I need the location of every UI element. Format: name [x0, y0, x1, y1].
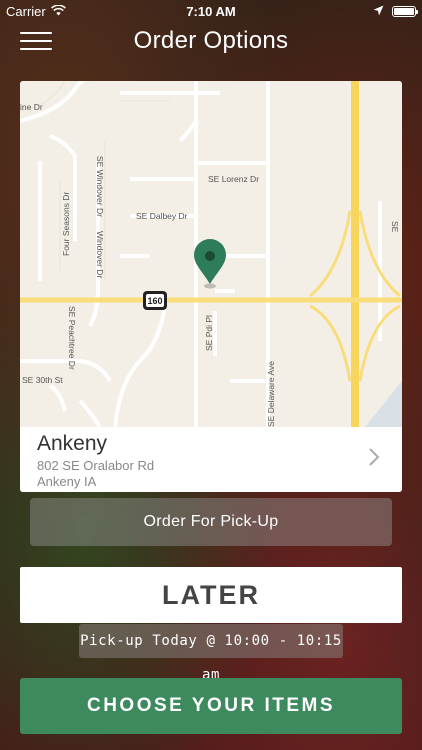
- map-pin-icon[interactable]: [194, 239, 226, 289]
- route-shield-number: 160: [147, 296, 162, 306]
- label-30th: SE 30th St: [22, 375, 63, 385]
- clock: 7:10 AM: [186, 4, 236, 19]
- store-location-row[interactable]: Ankeny 802 SE Oralabor Rd Ankeny IA: [20, 427, 402, 492]
- label-windover-bottom: Windover Dr: [95, 231, 105, 278]
- status-bar: Carrier 7:10 AM: [0, 0, 422, 22]
- store-map[interactable]: ine Dr SE Lorenz Dr SE Dalbey Dr SE 30th…: [20, 81, 402, 427]
- label-windover-top: SE Windover Dr: [95, 156, 105, 217]
- pickup-time-selector[interactable]: Pick-up Today @ 10:00 - 10:15 am: [79, 624, 343, 683]
- store-address: 802 SE Oralabor Rd: [37, 458, 155, 473]
- map-canvas: ine Dr SE Lorenz Dr SE Dalbey Dr SE 30th…: [20, 81, 402, 427]
- order-type-button[interactable]: Order For Pick-Up: [30, 498, 392, 546]
- location-arrow-icon: [373, 4, 384, 19]
- label-four-seasons: Four Seasons Dr: [61, 192, 71, 256]
- label-delaware: SE Delaware Ave: [266, 361, 276, 427]
- label-right-edge: SE: [390, 221, 400, 233]
- label-top-left: ine Dr: [20, 102, 43, 112]
- page-title: Order Options: [133, 27, 289, 54]
- label-pdi: SE Pdi Pl: [204, 315, 214, 351]
- label-peachtree: SE Peachtree Dr: [67, 306, 77, 370]
- route-shield: 160: [143, 291, 167, 310]
- label-lorenz: SE Lorenz Dr: [208, 174, 259, 184]
- choose-items-button[interactable]: CHOOSE YOUR ITEMS: [20, 678, 402, 734]
- label-dalbey: SE Dalbey Dr: [136, 211, 188, 221]
- location-card[interactable]: ine Dr SE Lorenz Dr SE Dalbey Dr SE 30th…: [20, 81, 402, 492]
- store-name: Ankeny: [37, 432, 108, 455]
- battery-icon: [392, 6, 418, 17]
- status-right: [373, 4, 418, 19]
- later-button[interactable]: LATER: [20, 567, 402, 623]
- store-city: Ankeny IA: [37, 474, 97, 489]
- chevron-right-icon: [368, 447, 380, 472]
